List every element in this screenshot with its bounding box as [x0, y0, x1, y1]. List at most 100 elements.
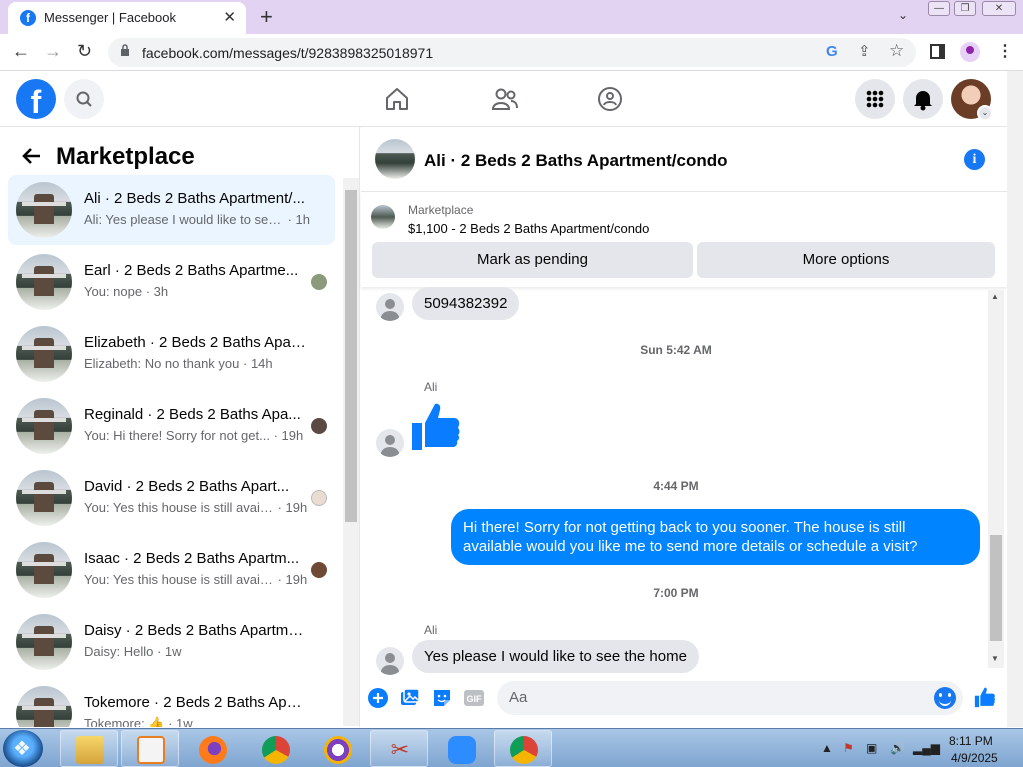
google-lens-icon[interactable]: G: [826, 43, 838, 60]
listing-thumbnail: [16, 254, 72, 310]
menu-grid-button[interactable]: [855, 79, 895, 119]
taskbar-chrome-1[interactable]: [246, 730, 304, 767]
gif-icon[interactable]: GIF: [463, 688, 485, 708]
network-icon[interactable]: ▣: [866, 741, 877, 755]
notifications-button[interactable]: [903, 79, 943, 119]
scroll-up-icon[interactable]: ▲: [991, 292, 999, 301]
tab-search-chevron-icon[interactable]: ⌄: [898, 8, 908, 22]
taskbar-vpn[interactable]: [308, 730, 366, 767]
close-window-icon[interactable]: ✕: [982, 1, 1016, 16]
conversation-item[interactable]: Ali · 2 Beds 2 Baths Apartment/... Ali: …: [8, 175, 335, 245]
chat-panel: Ali · 2 Beds 2 Baths Apartment/condo i M…: [361, 127, 1007, 727]
info-icon[interactable]: i: [964, 149, 985, 170]
signal-icon[interactable]: ▂▄▆: [913, 741, 940, 755]
new-tab-icon[interactable]: +: [260, 4, 273, 30]
conversation-item[interactable]: Earl · 2 Beds 2 Baths Apartme... You: no…: [8, 247, 335, 317]
scroll-down-icon[interactable]: ▼: [991, 654, 999, 663]
facebook-header: f ⌄: [0, 71, 1023, 127]
account-chevron-icon[interactable]: ⌄: [977, 105, 993, 121]
message-bubble-outgoing[interactable]: Hi there! Sorry for not getting back to …: [451, 509, 980, 565]
show-hidden-icons-icon[interactable]: ▲: [821, 741, 833, 755]
conversation-name: Isaac · 2 Beds 2 Baths Apartm...: [84, 550, 300, 567]
address-bar[interactable]: facebook.com/messages/t/9283898325018971…: [108, 38, 916, 67]
conversation-sidebar: Marketplace Ali · 2 Beds 2 Baths Apartme…: [0, 127, 360, 727]
side-panel-icon[interactable]: [930, 44, 945, 59]
conversation-item[interactable]: Daisy · 2 Beds 2 Baths Apartme... Daisy:…: [8, 607, 335, 677]
conversation-name: Earl · 2 Beds 2 Baths Apartme...: [84, 262, 299, 279]
search-button[interactable]: [64, 79, 104, 119]
vpn-icon: [324, 736, 352, 764]
conversation-item[interactable]: Reginald · 2 Beds 2 Baths Apa... You: Hi…: [8, 391, 335, 461]
message-bubble-incoming[interactable]: 5094382392: [412, 287, 520, 320]
conversation-preview: You: Yes this house is still availa... ·…: [84, 572, 308, 587]
minimize-window-icon[interactable]: —: [928, 1, 950, 16]
page-scrollbar[interactable]: [1007, 71, 1023, 727]
taskbar-explorer[interactable]: [60, 730, 118, 767]
conversation-item[interactable]: Isaac · 2 Beds 2 Baths Apartm... You: Ye…: [8, 535, 335, 605]
sender-name: Ali: [424, 623, 438, 637]
message-bubble-incoming[interactable]: Yes please I would like to see the home: [412, 640, 699, 673]
chat-scrollbar-thumb[interactable]: [990, 535, 1002, 641]
search-icon: [76, 91, 92, 107]
friends-icon[interactable]: [491, 86, 519, 112]
bookmark-star-icon[interactable]: ☆: [889, 41, 904, 61]
svg-text:GIF: GIF: [467, 694, 483, 704]
listing-thumbnail: [16, 182, 72, 238]
listing-price[interactable]: $1,100 - 2 Beds 2 Baths Apartment/condo: [408, 221, 649, 236]
sidebar-title: Marketplace: [56, 143, 195, 170]
conversation-preview: Ali: Yes please I would like to see t...…: [84, 212, 311, 227]
add-attachment-icon[interactable]: [368, 688, 388, 708]
browser-menu-icon[interactable]: ⋮: [997, 41, 1013, 61]
conversation-item[interactable]: Elizabeth · 2 Beds 2 Baths Apart... Eliz…: [8, 319, 335, 389]
conversation-item[interactable]: David · 2 Beds 2 Baths Apart... You: Yes…: [8, 463, 335, 533]
restore-window-icon[interactable]: ❐: [954, 1, 976, 16]
groups-icon[interactable]: [597, 86, 623, 112]
sender-avatar: [376, 293, 404, 321]
photo-icon[interactable]: [400, 688, 420, 708]
listing-thumbnail: [16, 326, 72, 382]
chat-title[interactable]: Ali · 2 Beds 2 Baths Apartment/condo: [424, 151, 728, 171]
listing-mini-thumbnail: [371, 205, 395, 229]
chat-listing-avatar[interactable]: [375, 139, 415, 179]
volume-icon[interactable]: 🔊: [890, 741, 905, 755]
bell-icon: [914, 91, 932, 111]
message-input[interactable]: Aa: [497, 681, 963, 715]
conversation-item[interactable]: Tokemore · 2 Beds 2 Baths Apar... Tokemo…: [8, 679, 335, 727]
share-icon[interactable]: ⇪: [858, 42, 871, 60]
zoom-icon: [448, 736, 476, 764]
send-like-icon[interactable]: [974, 686, 996, 708]
taskbar-zoom[interactable]: [432, 730, 490, 767]
seen-avatar: [311, 418, 327, 434]
sticker-icon[interactable]: [432, 688, 452, 708]
browser-profile-icon[interactable]: [960, 42, 980, 62]
back-icon[interactable]: ←: [12, 41, 30, 62]
tab-close-icon[interactable]: ✕: [223, 8, 236, 26]
start-button[interactable]: [3, 730, 43, 767]
reload-icon[interactable]: ↻: [77, 41, 92, 62]
conversation-name: David · 2 Beds 2 Baths Apart...: [84, 478, 290, 495]
forward-icon[interactable]: →: [44, 41, 62, 62]
sidebar-scrollbar-thumb[interactable]: [345, 190, 357, 522]
flag-icon[interactable]: ⚑: [843, 741, 854, 755]
back-arrow-icon[interactable]: [20, 144, 44, 168]
facebook-logo-icon[interactable]: f: [16, 79, 56, 119]
browser-tab[interactable]: f Messenger | Facebook ✕: [8, 2, 246, 34]
listing-thumbnail: [16, 542, 72, 598]
emoji-icon[interactable]: [934, 687, 956, 709]
taskbar-media-player[interactable]: [121, 730, 179, 767]
clock-time[interactable]: 8:11 PM: [949, 734, 993, 748]
conversation-preview: Elizabeth: No no thank you · 14h: [84, 356, 273, 371]
thumbs-up-icon[interactable]: [410, 400, 462, 452]
mark-as-pending-button[interactable]: Mark as pending: [372, 242, 693, 278]
taskbar-chrome-2[interactable]: [494, 730, 552, 767]
chrome-icon: [510, 736, 538, 764]
sender-name: Ali: [424, 380, 438, 394]
taskbar-firefox[interactable]: [183, 730, 241, 767]
seen-avatar: [311, 562, 327, 578]
more-options-button[interactable]: More options: [697, 242, 995, 278]
taskbar-snipping-tool[interactable]: ✂: [370, 730, 428, 767]
conversation-preview: You: Hi there! Sorry for not get... · 19…: [84, 428, 304, 443]
home-icon[interactable]: [384, 86, 410, 112]
clock-date[interactable]: 4/9/2025: [951, 751, 998, 765]
url-text: facebook.com/messages/t/9283898325018971: [142, 45, 434, 61]
